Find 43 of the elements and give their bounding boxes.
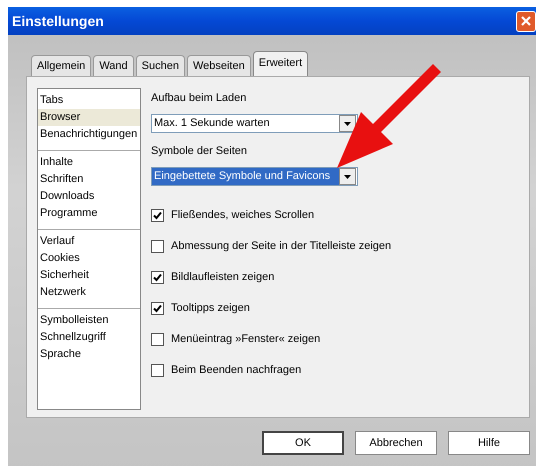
checkbox[interactable]: [151, 270, 164, 284]
checkbox[interactable]: [151, 364, 164, 376]
checkbox[interactable]: [151, 208, 164, 222]
sidebar-item[interactable]: Cookies: [38, 250, 140, 267]
tab[interactable]: Wand: [93, 55, 134, 76]
sidebar-item[interactable]: Verlauf: [38, 233, 140, 250]
sidebar-item[interactable]: Benachrichtigungen: [38, 126, 140, 143]
close-icon: [521, 16, 531, 26]
checkbox[interactable]: [151, 240, 164, 252]
sidebar-item[interactable]: Schnellzugriff: [38, 329, 140, 346]
checkbox[interactable]: [151, 332, 164, 346]
checkbox[interactable]: [151, 302, 164, 314]
tab[interactable]: Erweitert: [252, 51, 308, 76]
checkbox-label: Menüeintrag »Fenster« zeigen: [171, 333, 320, 345]
checkbox-label: Beim Beenden nachfragen: [171, 364, 302, 376]
window-title: Einstellungen: [11, 13, 104, 29]
sidebar-item[interactable]: Netzwerk: [38, 284, 140, 301]
dialog-button[interactable]: Hilfe: [448, 431, 530, 455]
sidebar-item[interactable]: Schriften: [38, 171, 140, 188]
sidebar-item[interactable]: Inhalte: [38, 154, 140, 171]
dropdown[interactable]: Eingebettete Symbole und Favicons: [151, 167, 358, 186]
tab[interactable]: Suchen: [136, 55, 185, 76]
tab[interactable]: Webseiten: [186, 55, 251, 76]
field-label: Aufbau beim Laden: [151, 92, 248, 106]
dialog-button[interactable]: Abbrechen: [355, 431, 437, 455]
sidebar-item[interactable]: Sicherheit: [38, 267, 140, 284]
dropdown[interactable]: Max. 1 Sekunde warten: [151, 114, 358, 133]
dialog-button[interactable]: OK: [262, 431, 344, 455]
checkbox-label: Bildlaufleisten zeigen: [171, 271, 274, 283]
sidebar-item[interactable]: Tabs: [38, 92, 140, 109]
sidebar-item[interactable]: Browser: [38, 109, 140, 126]
checkbox-label: Tooltipps zeigen: [171, 302, 250, 314]
field-label: Symbole der Seiten: [151, 145, 248, 159]
caret-icon: [344, 122, 351, 126]
sidebar-item[interactable]: Sprache: [38, 346, 140, 363]
sidebar-item[interactable]: Downloads: [38, 188, 140, 205]
tab[interactable]: Allgemein: [31, 55, 92, 76]
checkbox-label: Fließendes, weiches Scrollen: [171, 209, 314, 221]
caret-icon: [344, 174, 351, 178]
checkbox-label: Abmessung der Seite in der Titelleiste zeigen: [171, 240, 392, 252]
sidebar-item[interactable]: Symbolleisten: [38, 312, 140, 329]
close-button[interactable]: [516, 10, 536, 32]
sidebar-item[interactable]: Programme: [38, 205, 140, 222]
